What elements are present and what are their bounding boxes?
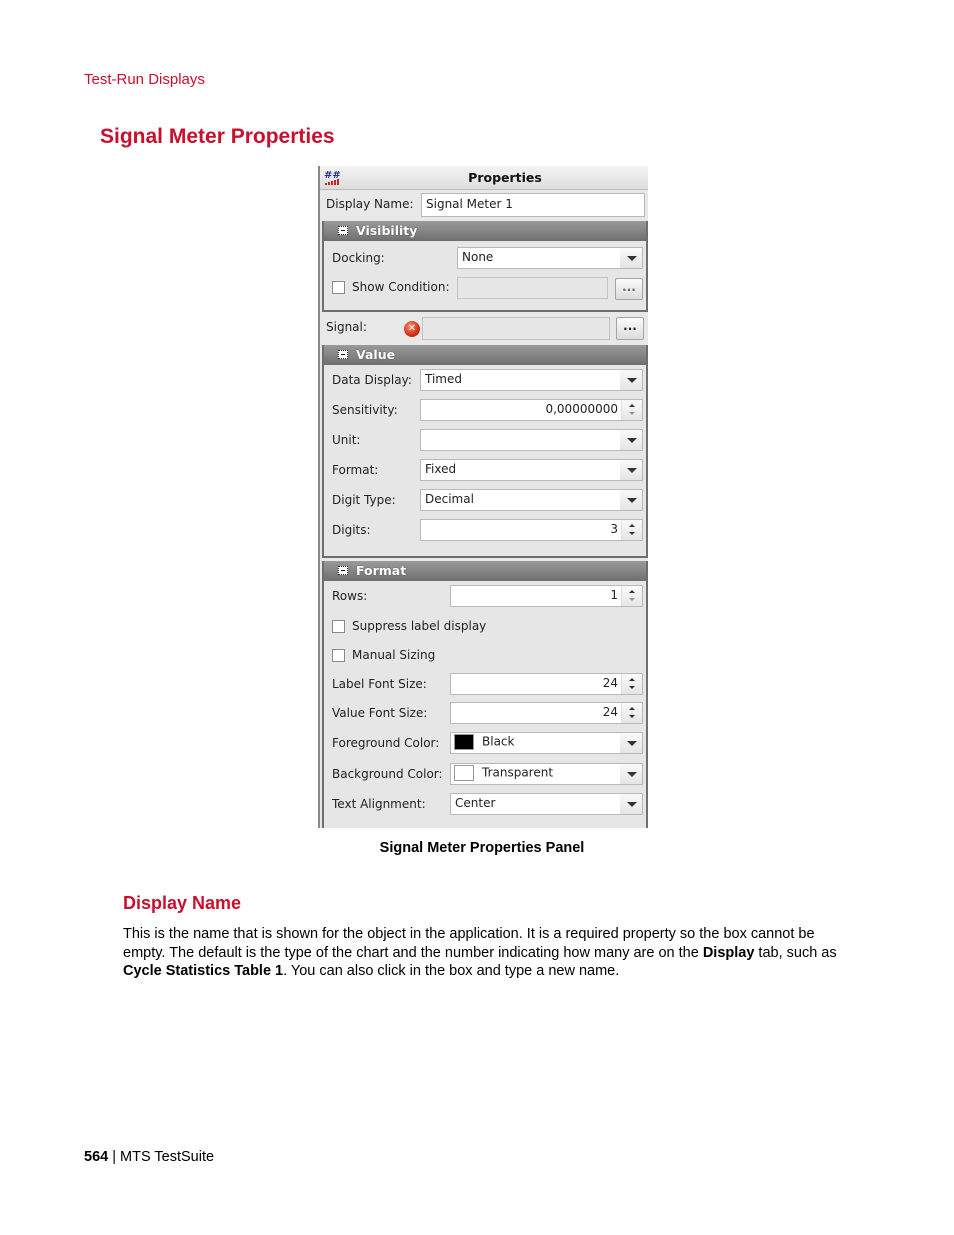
chevron-down-icon[interactable] — [620, 794, 642, 814]
chevron-down-icon[interactable] — [620, 370, 642, 390]
text-alignment-row: Text Alignment: Center — [324, 792, 652, 818]
format-row: Format: Fixed — [324, 458, 652, 484]
collapse-icon[interactable] — [338, 566, 348, 575]
collapse-icon[interactable] — [338, 350, 348, 359]
format-group: Format Rows: 1 Suppress label display Ma… — [322, 561, 648, 828]
docking-row: Docking: None — [324, 246, 652, 272]
show-condition-row: Show Condition: ... — [324, 276, 652, 302]
text-alignment-dropdown[interactable]: Center — [450, 793, 643, 815]
display-name-label: Display Name: — [326, 197, 414, 211]
rows-row: Rows: 1 — [324, 584, 652, 610]
digit-type-dropdown[interactable]: Decimal — [420, 489, 643, 511]
display-name-row: Display Name: Signal Meter 1 — [320, 192, 648, 218]
text-alignment-label: Text Alignment: — [332, 797, 426, 811]
unit-row: Unit: — [324, 428, 652, 454]
unit-label: Unit: — [332, 433, 361, 447]
collapse-icon[interactable] — [338, 226, 348, 235]
sensitivity-stepper[interactable]: 0,00000000 — [420, 399, 643, 421]
sensitivity-label: Sensitivity: — [332, 403, 398, 417]
page-footer: 564 | MTS TestSuite — [84, 1149, 215, 1165]
chevron-down-icon[interactable] — [620, 764, 642, 784]
show-condition-input[interactable] — [457, 277, 608, 299]
format-header[interactable]: Format — [324, 561, 646, 581]
panel-title: Properties — [468, 170, 542, 185]
background-color-row: Background Color: Transparent — [324, 762, 652, 788]
section-title: Display Name — [123, 893, 242, 913]
body-run: tab, such as — [754, 944, 837, 961]
color-swatch — [454, 765, 474, 781]
suppress-label-checkbox[interactable] — [332, 620, 345, 633]
spinner-icon[interactable] — [621, 520, 642, 540]
foreground-color-dropdown[interactable]: Black — [450, 732, 643, 754]
chevron-down-icon[interactable] — [620, 490, 642, 510]
label-font-size-stepper[interactable]: 24 — [450, 673, 643, 695]
manual-sizing-text: Manual Sizing — [352, 648, 436, 662]
format-dropdown[interactable]: Fixed — [420, 459, 643, 481]
digits-label: Digits: — [332, 523, 371, 537]
value-font-size-stepper[interactable]: 24 — [450, 702, 643, 724]
spinner-icon[interactable] — [621, 586, 642, 606]
digit-type-label: Digit Type: — [332, 493, 396, 507]
suppress-label-text: Suppress label display — [352, 619, 487, 633]
signal-browse-button[interactable]: ... — [616, 317, 644, 340]
digit-type-row: Digit Type: Decimal — [324, 488, 652, 514]
chevron-down-icon[interactable] — [620, 733, 642, 753]
digits-row: Digits: 3 — [324, 518, 652, 544]
spinner-icon[interactable] — [621, 703, 642, 723]
body-run: . You can also click in the box and type… — [283, 963, 620, 979]
page-number: 564 — [84, 1149, 109, 1165]
foreground-color-label: Foreground Color: — [332, 736, 440, 750]
data-display-dropdown[interactable]: Timed — [420, 369, 643, 391]
product-name: MTS TestSuite — [120, 1149, 215, 1165]
bold-term: Display — [702, 944, 755, 961]
chevron-down-icon[interactable] — [620, 460, 642, 480]
docking-label: Docking: — [332, 251, 385, 265]
label-font-size-label: Label Font Size: — [332, 677, 427, 691]
display-name-input[interactable]: Signal Meter 1 — [421, 193, 645, 217]
chevron-down-icon[interactable] — [620, 248, 642, 268]
bold-term: Cycle Statistics Table 1 — [123, 963, 284, 979]
docking-dropdown[interactable]: None — [457, 247, 643, 269]
manual-sizing-checkbox[interactable] — [332, 649, 345, 662]
rows-label: Rows: — [332, 589, 368, 603]
signal-label: Signal: — [326, 320, 367, 334]
properties-panel: ## Properties Display Name: Signal Meter… — [318, 166, 648, 828]
show-condition-browse-button[interactable]: ... — [615, 278, 643, 300]
background-color-label: Background Color: — [332, 767, 443, 781]
digits-stepper[interactable]: 3 — [420, 519, 643, 541]
color-swatch — [454, 734, 474, 750]
page-title: Signal Meter Properties — [100, 125, 335, 148]
background-color-dropdown[interactable]: Transparent — [450, 763, 643, 785]
foreground-color-row: Foreground Color: Black — [324, 731, 652, 757]
format-label: Format: — [332, 463, 379, 477]
rows-stepper[interactable]: 1 — [450, 585, 643, 607]
spinner-icon[interactable] — [621, 674, 642, 694]
running-head: Test-Run Displays — [84, 71, 205, 88]
spinner-icon[interactable] — [621, 400, 642, 420]
chevron-down-icon[interactable] — [620, 430, 642, 450]
visibility-group: Visibility Docking: None Show Condition:… — [322, 221, 648, 312]
value-group: Value Data Display: Timed Sensitivity: 0… — [322, 345, 648, 558]
visibility-header[interactable]: Visibility — [324, 221, 646, 241]
value-header[interactable]: Value — [324, 345, 646, 365]
section-body: This is the name that is shown for the o… — [123, 925, 853, 981]
show-condition-checkbox[interactable] — [332, 281, 345, 294]
data-display-row: Data Display: Timed — [324, 368, 652, 394]
panel-header: ## Properties — [320, 166, 648, 190]
error-icon: ✕ — [404, 321, 420, 337]
suppress-label-row: Suppress label display — [324, 614, 652, 640]
value-font-size-label: Value Font Size: — [332, 706, 428, 720]
data-display-label: Data Display: — [332, 373, 412, 387]
signal-input[interactable] — [422, 317, 610, 340]
sensitivity-row: Sensitivity: 0,00000000 — [324, 398, 652, 424]
show-condition-label: Show Condition: — [352, 280, 450, 294]
figure-caption: Signal Meter Properties Panel — [379, 840, 585, 856]
signal-row: Signal: ✕ ... — [320, 314, 648, 344]
unit-dropdown[interactable] — [420, 429, 643, 451]
label-font-size-row: Label Font Size: 24 — [324, 672, 652, 698]
value-font-size-row: Value Font Size: 24 — [324, 701, 652, 727]
manual-sizing-row: Manual Sizing — [324, 644, 652, 670]
